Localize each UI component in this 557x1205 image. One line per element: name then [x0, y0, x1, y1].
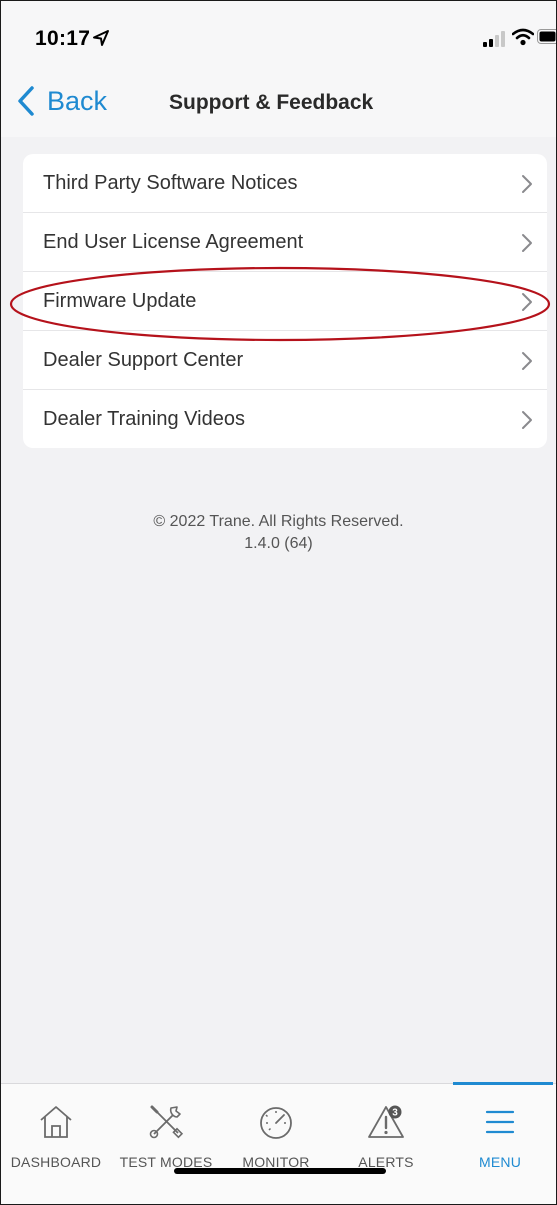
list-item-eula[interactable]: End User License Agreement	[23, 213, 547, 272]
tab-label: MENU	[478, 1154, 522, 1170]
version-text: 1.4.0 (64)	[244, 535, 313, 552]
tab-label: DASHBOARD	[10, 1154, 102, 1170]
list-item-firmware-update[interactable]: Firmware Update	[23, 272, 547, 331]
list-item-label: Third Party Software Notices	[43, 171, 298, 194]
bottom-tab-bar: DASHBOARD TEST MODES MONITOR 3 ALERTS ME…	[1, 1082, 556, 1204]
chevron-right-icon	[522, 175, 532, 193]
list-item-dealer-training-videos[interactable]: Dealer Training Videos	[23, 390, 547, 448]
back-button[interactable]: Back	[15, 83, 107, 119]
list-item-third-party-notices[interactable]: Third Party Software Notices	[23, 154, 547, 213]
alerts-badge: 3	[392, 1108, 398, 1119]
list-item-label: Dealer Training Videos	[43, 407, 245, 430]
list-item-label: Firmware Update	[43, 289, 197, 312]
support-menu-list: Third Party Software Notices End User Li…	[23, 154, 547, 448]
status-time: 10:17	[35, 27, 91, 50]
tab-monitor[interactable]: MONITOR	[221, 1084, 331, 1204]
back-label: Back	[47, 85, 108, 116]
tab-alerts[interactable]: 3 ALERTS	[331, 1084, 441, 1204]
battery-icon	[537, 29, 556, 44]
chevron-left-icon	[18, 86, 34, 116]
alert-triangle-icon: 3	[368, 1105, 404, 1138]
chevron-right-icon	[522, 234, 532, 252]
active-tab-indicator	[453, 1082, 553, 1085]
chevron-right-icon	[522, 411, 532, 429]
status-bar: 10:17	[1, 1, 556, 71]
tab-test-modes[interactable]: TEST MODES	[111, 1084, 221, 1204]
wifi-icon	[512, 28, 534, 46]
signal-icon	[483, 31, 505, 47]
list-item-dealer-support-center[interactable]: Dealer Support Center	[23, 331, 547, 390]
gauge-icon	[260, 1107, 292, 1139]
tab-menu[interactable]: MENU	[445, 1082, 555, 1204]
page-title: Support & Feedback	[169, 91, 374, 114]
house-icon	[40, 1106, 72, 1138]
location-arrow-icon	[93, 30, 109, 46]
tools-icon	[149, 1105, 184, 1139]
navigation-bar: Back Support & Feedback	[1, 71, 556, 137]
home-indicator	[174, 1168, 386, 1174]
copyright-text: © 2022 Trane. All Rights Reserved.	[153, 513, 404, 530]
phone-screen: 10:17 Back Support & Feedback Third Part…	[0, 0, 557, 1205]
list-item-label: End User License Agreement	[43, 230, 304, 253]
tab-dashboard[interactable]: DASHBOARD	[1, 1084, 111, 1204]
hamburger-menu-icon	[485, 1110, 515, 1134]
chevron-right-icon	[522, 352, 532, 370]
footer: © 2022 Trane. All Rights Reserved. 1.4.0…	[1, 511, 556, 555]
header-area: 10:17 Back Support & Feedback	[1, 1, 556, 137]
list-item-label: Dealer Support Center	[43, 348, 244, 371]
chevron-right-icon	[522, 293, 532, 311]
